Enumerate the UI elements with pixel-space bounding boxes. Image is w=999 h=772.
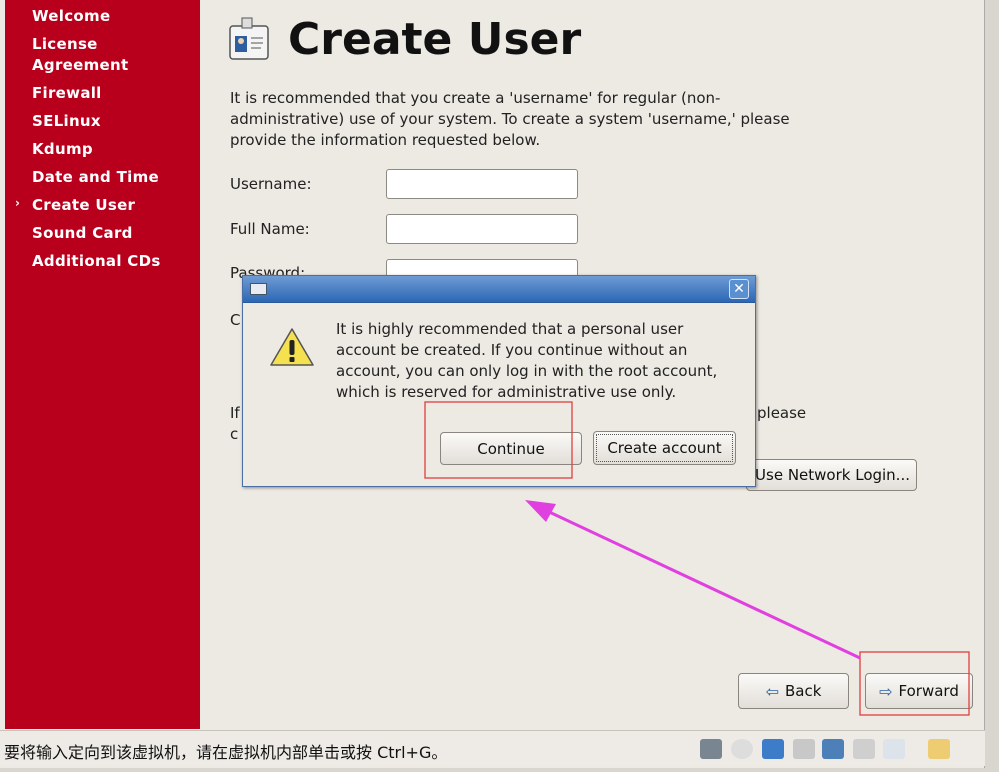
printer-icon[interactable]: [793, 739, 815, 759]
network-text-fragment: If: [230, 404, 240, 422]
forward-button[interactable]: ⇨ Forward: [865, 673, 973, 709]
dialog-titlebar[interactable]: ✕: [243, 276, 755, 303]
create-account-button[interactable]: Create account: [593, 431, 736, 465]
back-arrow-icon: ⇦: [765, 681, 779, 701]
sidebar-item-create-user: Create User: [32, 196, 136, 214]
dialog-message: It is highly recommended that a personal…: [336, 320, 718, 401]
forward-label: Forward: [898, 682, 959, 700]
warning-icon: [270, 328, 314, 366]
sidebar-item-firewall: Firewall: [32, 84, 102, 102]
network-icon[interactable]: [762, 739, 784, 759]
sidebar: Welcome License Agreement Firewall SELin…: [5, 0, 200, 729]
sound-icon[interactable]: [822, 739, 844, 759]
floppy-icon[interactable]: [853, 739, 875, 759]
fullname-label: Full Name:: [230, 220, 310, 238]
network-login-label: Use Network Login...: [755, 466, 910, 484]
cd-icon[interactable]: [731, 739, 753, 759]
intro-text: It is recommended that you create a 'use…: [230, 89, 790, 149]
forward-arrow-icon: ⇨: [879, 681, 893, 701]
current-step-marker-icon: ›: [15, 196, 20, 210]
status-hint: 要将输入定向到该虚拟机，请在虚拟机内部单击或按 Ctrl+G。: [4, 743, 448, 762]
user-card-icon: [229, 17, 269, 60]
camera-icon[interactable]: [883, 739, 905, 759]
warning-dialog: ✕ It is highly recommended that a person…: [242, 275, 756, 487]
sidebar-item-welcome: Welcome: [32, 7, 111, 25]
sidebar-item-selinux: SELinux: [32, 112, 101, 130]
sidebar-item-license: License: [32, 35, 98, 53]
vm-status-bar: 要将输入定向到该虚拟机，请在虚拟机内部单击或按 Ctrl+G。: [0, 730, 985, 766]
close-icon[interactable]: ✕: [729, 279, 749, 299]
username-input[interactable]: [386, 169, 578, 199]
network-text-fragment-3: please: [757, 404, 807, 422]
hard-disk-icon[interactable]: [700, 739, 722, 759]
confirm-password-label: C: [230, 311, 241, 329]
sidebar-item-date-time: Date and Time: [32, 168, 159, 186]
sidebar-item-license-2: Agreement: [32, 56, 129, 74]
network-text-fragment-2: c: [230, 425, 239, 443]
back-label: Back: [784, 682, 822, 700]
username-label: Username:: [230, 175, 312, 193]
continue-button[interactable]: Continue: [440, 432, 582, 465]
message-icon[interactable]: [928, 739, 950, 759]
back-button[interactable]: ⇦ Back: [738, 673, 849, 709]
page-title: Create User: [288, 14, 582, 65]
sidebar-item-additional-cds: Additional CDs: [32, 252, 161, 270]
window-menu-icon[interactable]: [250, 283, 267, 295]
sidebar-item-sound-card: Sound Card: [32, 224, 133, 242]
sidebar-item-kdump: Kdump: [32, 140, 93, 158]
network-login-button[interactable]: Use Network Login...: [746, 459, 917, 491]
continue-label: Continue: [477, 439, 545, 458]
fullname-input[interactable]: [386, 214, 578, 244]
create-account-label: Create account: [607, 439, 722, 457]
